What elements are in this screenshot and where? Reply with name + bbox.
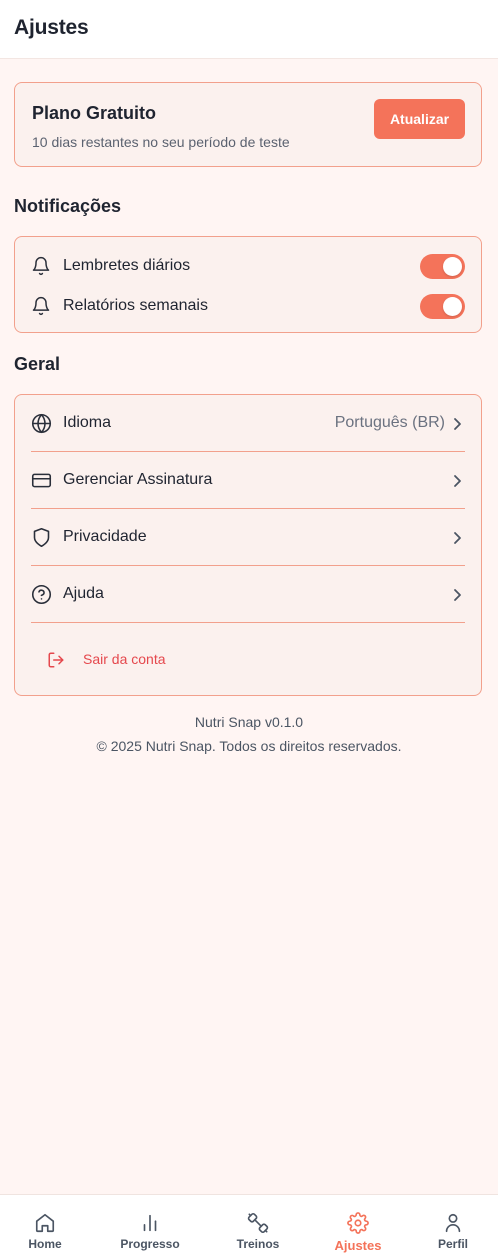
nav-label-progress: Progresso [120, 1237, 180, 1251]
weekly-reports-toggle[interactable] [420, 294, 465, 319]
daily-reminders-label: Lembretes diários [63, 257, 191, 274]
help-label: Ajuda [63, 585, 104, 602]
privacy-label: Privacidade [63, 528, 147, 545]
weekly-reports-label: Relatórios semanais [63, 297, 208, 314]
language-label: Idioma [63, 414, 112, 431]
nav-item-progress[interactable]: Progresso [105, 1195, 195, 1255]
user-icon [445, 1213, 461, 1233]
nav-label-profile: Perfil [437, 1237, 468, 1251]
settings-row-help[interactable]: Ajuda [31, 566, 465, 623]
daily-reminders-toggle[interactable] [420, 254, 465, 279]
toggle-knob [443, 257, 462, 276]
nav-label-home: Home [28, 1237, 62, 1251]
plan-subtitle: 10 dias restantes no seu período de test… [32, 134, 290, 150]
credit-card-icon [31, 473, 52, 488]
settings-row-language[interactable]: Idioma Português (BR) [31, 395, 465, 452]
upgrade-button[interactable]: Atualizar [374, 99, 465, 139]
language-value: Português (BR) [334, 414, 445, 431]
app-header: Ajustes [0, 0, 498, 59]
chevron-right-icon [454, 532, 461, 544]
toggle-knob [443, 297, 462, 316]
nav-label-settings: Ajustes [334, 1238, 382, 1253]
settings-row-privacy[interactable]: Privacidade [31, 509, 465, 566]
bottom-navigation: Home Progresso Treinos Ajustes Perfil [0, 1194, 498, 1255]
bar-chart-icon [143, 1214, 157, 1232]
bell-icon [32, 296, 50, 316]
logout-icon [48, 652, 64, 668]
chevron-right-icon [454, 418, 461, 430]
subscription-label: Gerenciar Assinatura [63, 471, 213, 488]
logout-button[interactable]: Sair da conta [47, 649, 247, 671]
settings-icon [347, 1212, 369, 1234]
plan-card: Plano Gratuito 10 dias restantes no seu … [14, 82, 482, 167]
notification-row-weekly-reports: Relatórios semanais [15, 291, 481, 321]
nav-label-workouts: Treinos [236, 1237, 280, 1251]
bell-icon [32, 256, 50, 276]
nav-item-profile[interactable]: Perfil [408, 1195, 498, 1255]
settings-row-subscription[interactable]: Gerenciar Assinatura [31, 452, 465, 509]
copyright-text: © 2025 Nutri Snap. Todos os direitos res… [96, 738, 402, 754]
app-version: Nutri Snap v0.1.0 [194, 714, 304, 730]
nav-item-workouts[interactable]: Treinos [213, 1195, 303, 1255]
nav-item-settings[interactable]: Ajustes [313, 1195, 403, 1255]
shield-icon [33, 527, 50, 548]
chevron-right-icon [454, 589, 461, 601]
plan-title: Plano Gratuito [32, 103, 157, 123]
notification-row-daily-reminders: Lembretes diários [15, 251, 481, 281]
general-settings-card: Idioma Português (BR) Gerenciar Assinatu… [14, 394, 482, 696]
nav-item-home[interactable]: Home [0, 1195, 90, 1255]
page-title: Ajustes [14, 16, 89, 39]
dumbbell-icon [247, 1212, 269, 1234]
globe-icon [31, 413, 52, 434]
notifications-section-title: Notificações [14, 196, 122, 216]
notifications-card: Lembretes diários Relatórios semanais [14, 236, 482, 333]
logout-label: Sair da conta [83, 651, 166, 667]
general-section-title: Geral [14, 354, 61, 374]
home-icon [35, 1213, 55, 1233]
help-circle-icon [31, 584, 52, 605]
chevron-right-icon [454, 475, 461, 487]
